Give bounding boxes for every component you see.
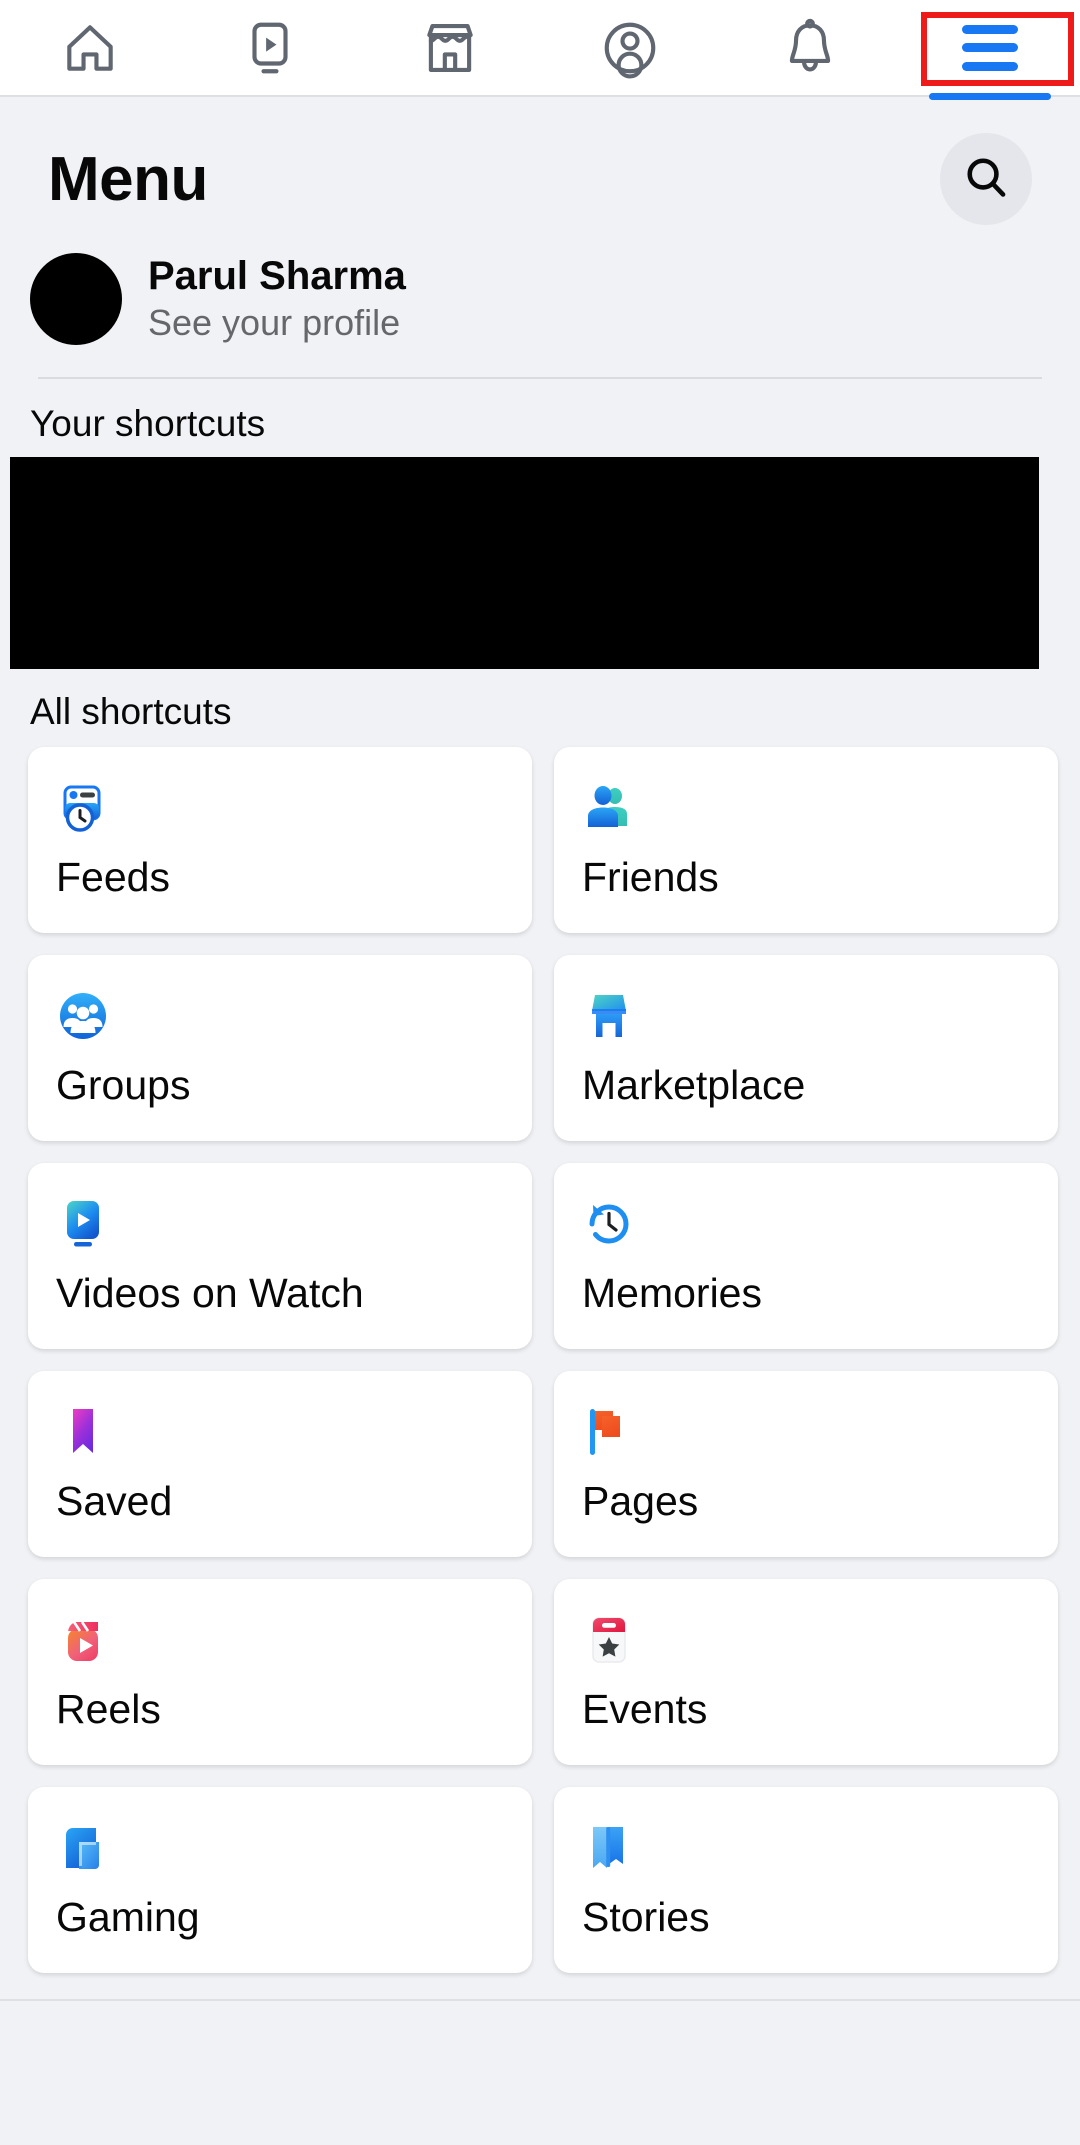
video-icon bbox=[239, 17, 301, 79]
profile-text: Parul Sharma See your profile bbox=[148, 253, 406, 344]
top-navigation-bar bbox=[0, 0, 1080, 97]
shortcut-card-friends[interactable]: Friends bbox=[554, 747, 1058, 933]
tab-home[interactable] bbox=[0, 0, 180, 96]
shortcut-label: Feeds bbox=[56, 854, 170, 900]
friends-icon bbox=[582, 781, 636, 835]
shortcut-label: Saved bbox=[56, 1478, 173, 1524]
marketplace-icon bbox=[582, 989, 636, 1043]
shortcut-card-events[interactable]: Events bbox=[554, 1579, 1058, 1765]
shortcut-card-marketplace[interactable]: Marketplace bbox=[554, 955, 1058, 1141]
hamburger-menu-icon bbox=[962, 24, 1018, 71]
shortcut-label: Marketplace bbox=[582, 1062, 806, 1108]
all-shortcuts-heading: All shortcuts bbox=[30, 691, 232, 732]
see-your-profile-link[interactable]: See your profile bbox=[148, 301, 406, 344]
menu-page: Menu Parul Sharma See your profile Your … bbox=[0, 97, 1080, 2029]
tab-video[interactable] bbox=[180, 0, 360, 96]
shortcut-card-reels[interactable]: Reels bbox=[28, 1579, 532, 1765]
shortcut-label: Gaming bbox=[56, 1894, 200, 1940]
bottom-divider bbox=[0, 1999, 1080, 2029]
profile-row[interactable]: Parul Sharma See your profile bbox=[0, 235, 1080, 367]
tab-marketplace[interactable] bbox=[360, 0, 540, 96]
shortcut-card-pages[interactable]: Pages bbox=[554, 1371, 1058, 1557]
tab-notifications[interactable] bbox=[720, 0, 900, 96]
store-icon bbox=[419, 17, 481, 79]
shortcut-label: Videos on Watch bbox=[56, 1270, 364, 1316]
reels-icon bbox=[56, 1613, 110, 1667]
memories-clock-icon bbox=[582, 1197, 636, 1251]
shortcut-label: Stories bbox=[582, 1894, 710, 1940]
tab-menu[interactable] bbox=[900, 0, 1080, 96]
your-shortcuts-heading: Your shortcuts bbox=[30, 403, 266, 444]
pages-flag-icon bbox=[582, 1405, 636, 1459]
your-shortcuts-carousel[interactable] bbox=[10, 457, 1039, 669]
shortcut-card-videos-on-watch[interactable]: Videos on Watch bbox=[28, 1163, 532, 1349]
shortcut-card-memories[interactable]: Memories bbox=[554, 1163, 1058, 1349]
all-shortcuts-grid: Feeds Friends Groups Marketplace Videos … bbox=[0, 747, 1080, 1973]
shortcut-label: Groups bbox=[56, 1062, 191, 1108]
shortcut-card-saved[interactable]: Saved bbox=[28, 1371, 532, 1557]
groups-icon bbox=[56, 989, 110, 1043]
shortcut-card-stories[interactable]: Stories bbox=[554, 1787, 1058, 1973]
bell-icon bbox=[779, 17, 841, 79]
saved-bookmark-icon bbox=[56, 1405, 110, 1459]
page-title: Menu bbox=[48, 144, 208, 214]
shortcut-label: Pages bbox=[582, 1478, 699, 1524]
shortcut-card-gaming[interactable]: Gaming bbox=[28, 1787, 532, 1973]
shortcut-label: Memories bbox=[582, 1270, 762, 1316]
search-button[interactable] bbox=[940, 133, 1032, 225]
account-circle-icon bbox=[599, 17, 661, 79]
shortcut-label: Events bbox=[582, 1686, 708, 1732]
home-icon bbox=[59, 17, 121, 79]
gaming-icon bbox=[56, 1821, 110, 1875]
tab-profile[interactable] bbox=[540, 0, 720, 96]
avatar bbox=[30, 253, 122, 345]
feeds-icon bbox=[56, 781, 110, 835]
profile-name: Parul Sharma bbox=[148, 254, 406, 299]
events-calendar-icon bbox=[582, 1613, 636, 1667]
shortcut-label: Friends bbox=[582, 854, 719, 900]
search-icon bbox=[961, 152, 1011, 207]
watch-video-icon bbox=[56, 1197, 110, 1251]
shortcut-card-feeds[interactable]: Feeds bbox=[28, 747, 532, 933]
menu-header: Menu bbox=[0, 97, 1080, 235]
shortcut-label: Reels bbox=[56, 1686, 161, 1732]
shortcut-card-groups[interactable]: Groups bbox=[28, 955, 532, 1141]
stories-book-icon bbox=[582, 1821, 636, 1875]
